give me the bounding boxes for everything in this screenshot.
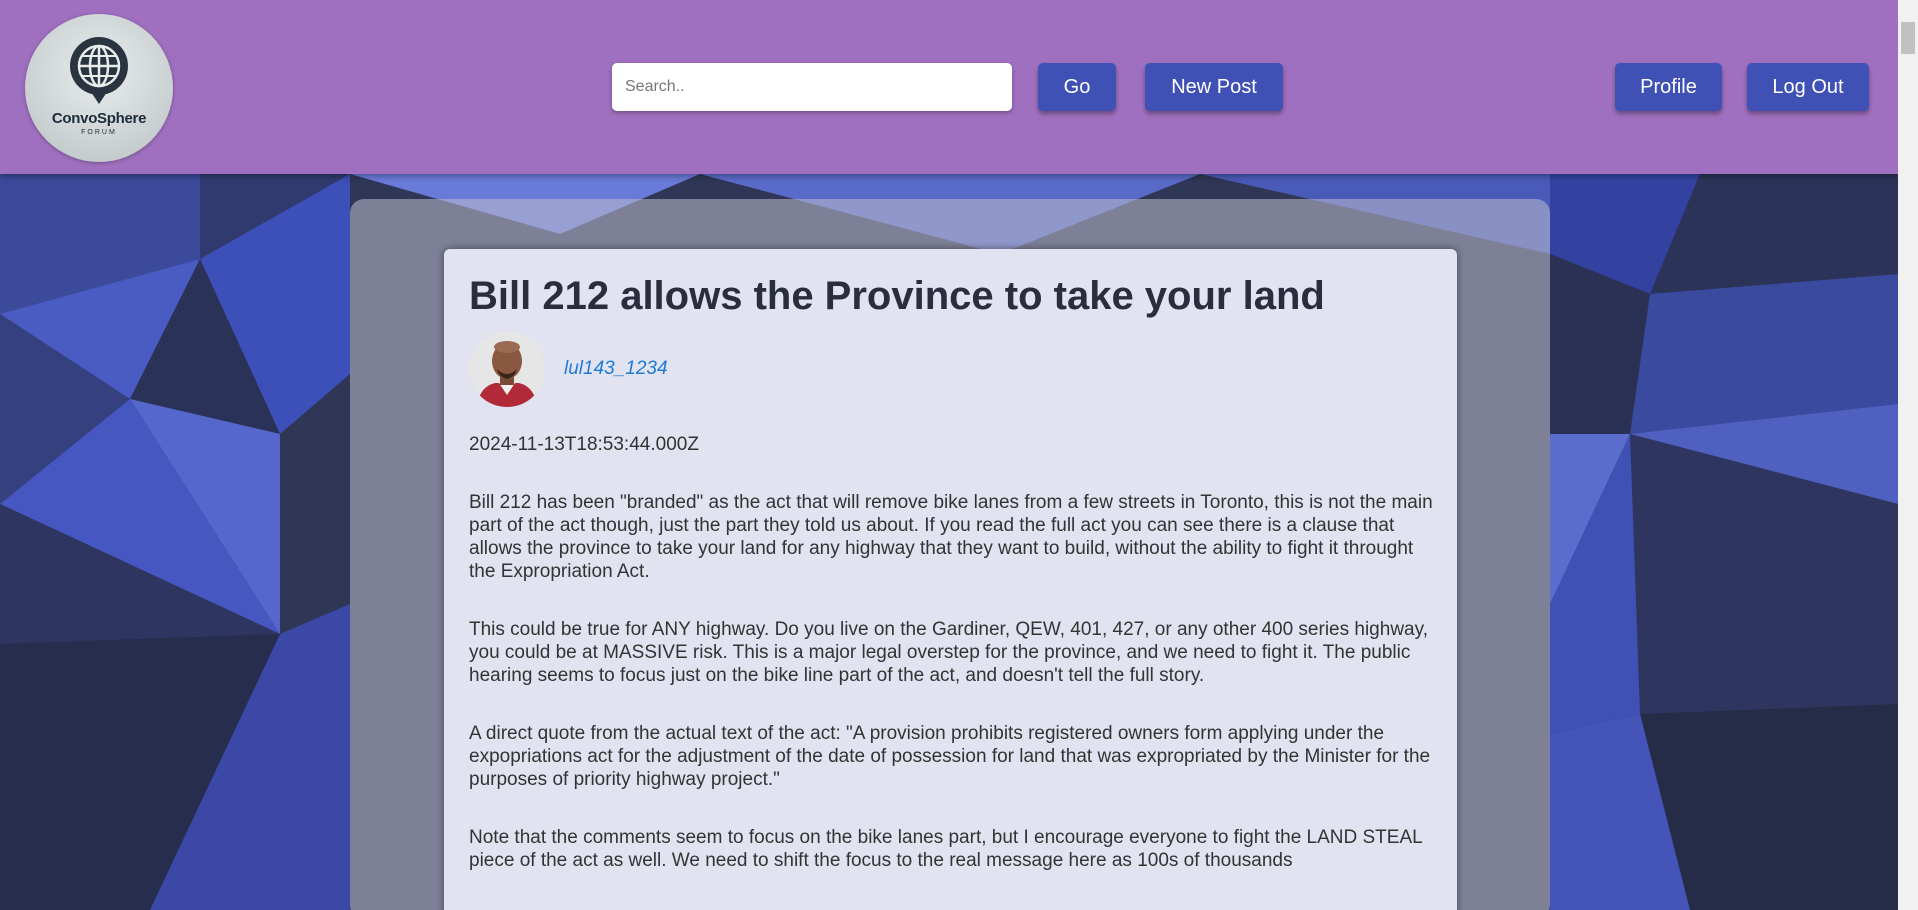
logout-button[interactable]: Log Out [1747, 63, 1869, 111]
logo-subtitle: FORUM [81, 129, 117, 136]
author-avatar[interactable] [469, 331, 545, 407]
globe-logo-icon [70, 37, 128, 104]
profile-button[interactable]: Profile [1615, 63, 1722, 111]
post-paragraph: Note that the comments seem to focus on … [469, 827, 1422, 871]
post-title: Bill 212 allows the Province to take you… [469, 274, 1325, 318]
post-paragraph: Bill 212 has been "branded" as the act t… [469, 492, 1433, 582]
top-navbar: ConvoSphere FORUM Go New Post Profile Lo… [0, 0, 1898, 174]
avatar-image [469, 331, 545, 407]
site-logo[interactable]: ConvoSphere FORUM [25, 14, 173, 162]
post-card: Bill 212 allows the Province to take you… [444, 249, 1457, 910]
new-post-button[interactable]: New Post [1145, 63, 1283, 111]
post-paragraph: This could be true for ANY highway. Do y… [469, 619, 1428, 686]
go-button[interactable]: Go [1038, 63, 1116, 111]
logo-name: ConvoSphere [51, 110, 147, 127]
post-timestamp: 2024-11-13T18:53:44.000Z [469, 434, 699, 455]
page-scrollbar[interactable] [1898, 0, 1918, 910]
post-paragraph: A direct quote from the actual text of t… [469, 723, 1431, 790]
scrollbar-thumb[interactable] [1901, 22, 1915, 54]
search-input[interactable] [612, 63, 1012, 111]
author-row: lul143_1234 [469, 331, 1433, 409]
author-username-link[interactable]: lul143_1234 [564, 358, 668, 380]
